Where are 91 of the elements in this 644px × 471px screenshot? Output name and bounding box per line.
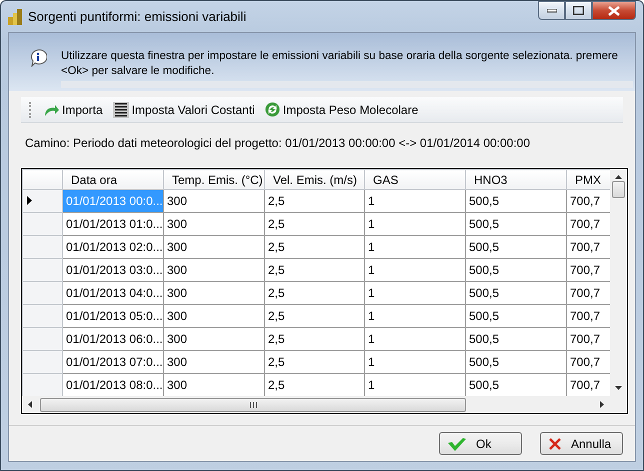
table-cell[interactable]: 1 — [364, 282, 466, 304]
row-header[interactable] — [22, 190, 62, 212]
table-cell[interactable]: 300 — [164, 374, 264, 396]
curved-arrow-icon — [43, 102, 59, 116]
table-cell[interactable]: 300 — [164, 282, 264, 304]
toolbar-button[interactable]: Importa — [43, 102, 103, 116]
table-cell[interactable]: 2,5 — [264, 258, 364, 282]
column-header[interactable]: GAS — [364, 170, 466, 190]
table-cell[interactable]: 300 — [164, 236, 264, 258]
column-header[interactable]: Temp. Emis. (°C) — [164, 170, 264, 190]
table-cell[interactable]: 1 — [364, 212, 466, 236]
table-cell[interactable]: 500,5 — [466, 328, 566, 350]
refresh-icon — [264, 102, 280, 117]
table-cell[interactable]: 1 — [364, 258, 466, 282]
scroll-thumb[interactable] — [612, 181, 625, 198]
period-label: Camino: Periodo dati meteorologici del progetto: 01/01/2013 00:00:00 <-> 01/01/2014 00:00:00 — [25, 136, 532, 150]
table-cell[interactable]: 01/01/2013 05:0... — [62, 304, 164, 328]
scroll-left-icon — [28, 401, 32, 408]
ok-button[interactable]: Ok — [439, 432, 522, 455]
lines-icon — [112, 102, 129, 118]
scroll-thumb[interactable] — [40, 398, 466, 412]
table-cell[interactable]: 01/01/2013 03:0... — [62, 258, 164, 282]
scroll-right-icon — [600, 401, 604, 408]
table-cell[interactable]: 2,5 — [264, 374, 364, 396]
close-icon — [549, 438, 561, 450]
cancel-button[interactable]: Annulla — [540, 432, 623, 455]
table-cell[interactable]: 1 — [364, 190, 466, 212]
table-cell[interactable]: 1 — [364, 328, 466, 350]
table-cell[interactable]: 500,5 — [466, 258, 566, 282]
info-icon — [29, 49, 47, 67]
table-cell[interactable]: 01/01/2013 04:0... — [62, 282, 164, 304]
table-cell[interactable]: 2,5 — [264, 350, 364, 374]
info-text: Utilizzare questa finestra per impostare le emissioni variabili su base oraria della sorgente selezionata. premere <Ok> per salvare le modifiche. — [61, 49, 619, 79]
table-cell[interactable]: 700,7 — [566, 258, 610, 282]
scroll-down-icon — [615, 386, 622, 390]
table-cell[interactable]: 500,5 — [466, 212, 566, 236]
table-cell[interactable]: 01/01/2013 02:0... — [62, 236, 164, 258]
table-cell[interactable]: 1 — [364, 374, 466, 396]
table-cell[interactable]: 1 — [364, 236, 466, 258]
table-cell[interactable]: 500,5 — [466, 190, 566, 212]
close-icon — [608, 6, 620, 16]
vertical-scrollbar[interactable] — [610, 169, 627, 396]
column-header[interactable]: Data ora — [62, 170, 164, 190]
window-title: Sorgenti puntiformi: emissioni variabili — [28, 9, 248, 24]
table-cell[interactable]: 1 — [364, 304, 466, 328]
current-row-icon — [27, 196, 32, 205]
toolbar-button[interactable]: Imposta Valori Costanti — [112, 102, 255, 118]
column-header[interactable]: HNO3 — [466, 170, 566, 190]
table-cell[interactable]: 2,5 — [264, 236, 364, 258]
table-cell[interactable]: 01/01/2013 08:0... — [62, 374, 164, 396]
table-cell[interactable]: 500,5 — [466, 304, 566, 328]
table-cell[interactable]: 700,7 — [566, 328, 610, 350]
app-icon — [8, 8, 22, 24]
table-cell[interactable]: 700,7 — [566, 190, 610, 212]
scroll-up-icon — [615, 175, 622, 179]
check-icon — [448, 436, 466, 450]
table-cell[interactable]: 2,5 — [264, 282, 364, 304]
table-cell[interactable]: 700,7 — [566, 304, 610, 328]
table-cell[interactable]: 500,5 — [466, 374, 566, 396]
minimize-button[interactable] — [538, 1, 565, 20]
table-cell[interactable]: 2,5 — [264, 190, 364, 212]
table-cell[interactable]: 01/01/2013 07:0... — [62, 350, 164, 374]
table-cell[interactable]: 700,7 — [566, 236, 610, 258]
table-cell[interactable]: 300 — [164, 350, 264, 374]
table-cell[interactable]: 700,7 — [566, 350, 610, 374]
table-cell[interactable]: 2,5 — [264, 304, 364, 328]
table-cell[interactable]: 500,5 — [466, 236, 566, 258]
table-cell[interactable]: 01/01/2013 06:0... — [62, 328, 164, 350]
maximize-icon — [573, 6, 584, 15]
table-cell[interactable]: 700,7 — [566, 212, 610, 236]
table-cell[interactable]: 300 — [164, 212, 264, 236]
horizontal-scrollbar[interactable] — [22, 396, 627, 413]
header-corner — [22, 170, 62, 190]
toolbar-button[interactable]: Imposta Peso Molecolare — [264, 102, 418, 117]
table-cell[interactable]: 300 — [164, 328, 264, 350]
table-cell[interactable]: 500,5 — [466, 282, 566, 304]
table-cell[interactable]: 2,5 — [264, 212, 364, 236]
column-header[interactable]: PMX — [566, 170, 610, 190]
table-cell[interactable]: 300 — [164, 304, 264, 328]
table-cell[interactable]: 700,7 — [566, 282, 610, 304]
table-cell[interactable]: 700,7 — [566, 374, 610, 396]
table-cell[interactable]: 500,5 — [466, 350, 566, 374]
table-cell[interactable]: 2,5 — [264, 328, 364, 350]
minimize-icon — [546, 8, 556, 12]
table-cell[interactable]: 300 — [164, 190, 264, 212]
column-header[interactable]: Vel. Emis. (m/s) — [264, 170, 364, 190]
table-cell[interactable]: 300 — [164, 258, 264, 282]
maximize-button[interactable] — [565, 1, 592, 20]
close-button[interactable] — [592, 1, 636, 20]
table-cell[interactable]: 01/01/2013 01:0... — [62, 212, 164, 236]
table-cell[interactable]: 1 — [364, 350, 466, 374]
